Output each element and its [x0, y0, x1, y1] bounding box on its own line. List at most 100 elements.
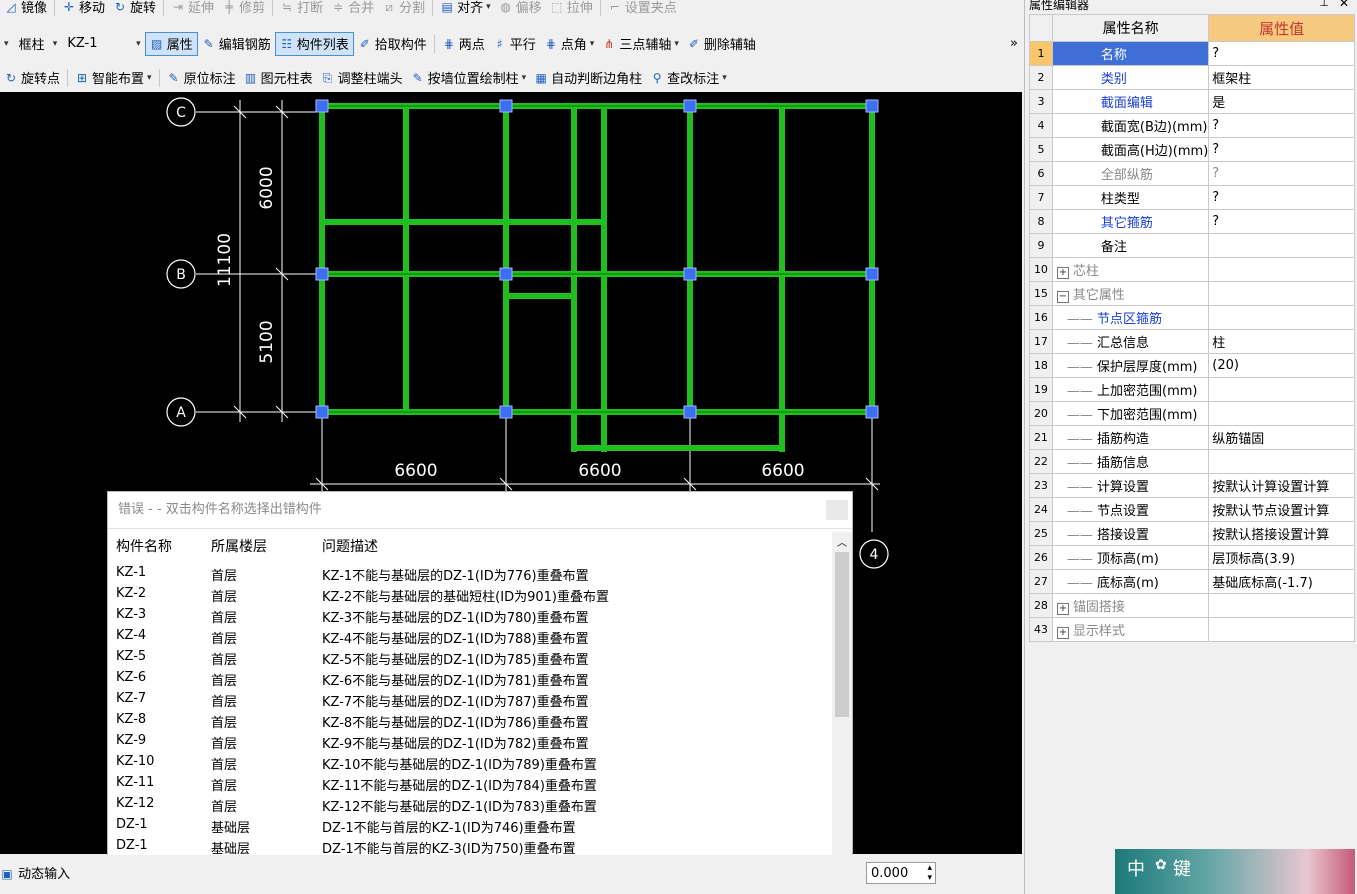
vertical-scrollbar[interactable]: ︿ ﹀ [832, 532, 852, 874]
property-value[interactable] [1208, 377, 1355, 402]
delete-axis-button[interactable]: ✐ 删除辅轴 [683, 33, 760, 55]
property-row[interactable]: 27 —— 底标高(m) 基础底标高(-1.7) [1029, 569, 1355, 594]
in-place-annotation-button[interactable]: ✎ 原位标注 [163, 67, 240, 89]
error-row[interactable]: KZ-7 首层 KZ-7不能与基础层的DZ-1(ID为787)重叠布置 [116, 690, 832, 711]
property-value[interactable]: ? [1208, 41, 1355, 66]
component-list-button[interactable]: ☷ 构件列表 [274, 31, 354, 56]
point-angle-button[interactable]: ⋕ 点角 ▾ [540, 33, 599, 55]
ime-toolbar[interactable]: 中 ✿ 键 [1115, 849, 1355, 894]
property-value[interactable]: 柱 [1208, 329, 1355, 354]
property-value[interactable]: (20) [1208, 353, 1355, 378]
draw-by-wall-button[interactable]: ✎ 按墙位置绘制柱 ▾ [407, 67, 531, 89]
break-button[interactable]: ≒ 打断 [276, 0, 327, 18]
property-value[interactable]: 是 [1208, 89, 1355, 114]
property-row[interactable]: 10 + 芯柱 [1029, 257, 1355, 282]
spinner-icon[interactable]: ▴ ▾ [927, 863, 932, 883]
property-row[interactable]: 20 —— 下加密范围(mm) [1029, 401, 1355, 426]
property-value[interactable] [1208, 281, 1355, 306]
property-row[interactable]: 28 + 锚固搭接 [1029, 593, 1355, 618]
scroll-thumb[interactable] [835, 552, 849, 717]
property-value[interactable]: 基础底标高(-1.7) [1208, 569, 1355, 594]
error-row[interactable]: KZ-9 首层 KZ-9不能与基础层的DZ-1(ID为782)重叠布置 [116, 732, 832, 753]
property-row[interactable]: 25 —— 搭接设置 按默认搭接设置计算 [1029, 521, 1355, 546]
smart-layout-button[interactable]: ⊞ 智能布置 ▾ [71, 67, 156, 89]
error-row[interactable]: KZ-1 首层 KZ-1不能与基础层的DZ-1(ID为776)重叠布置 [116, 564, 832, 585]
property-row[interactable]: 7 柱类型? [1029, 185, 1355, 210]
three-point-axis-button[interactable]: ⋔ 三点辅轴 ▾ [598, 33, 683, 55]
error-row[interactable]: KZ-4 首层 KZ-4不能与基础层的DZ-1(ID为788)重叠布置 [116, 627, 832, 648]
error-row[interactable]: KZ-3 首层 KZ-3不能与基础层的DZ-1(ID为780)重叠布置 [116, 606, 832, 627]
property-row[interactable]: 6 全部纵筋? [1029, 161, 1355, 186]
property-value[interactable] [1208, 401, 1355, 426]
error-row[interactable]: KZ-12 首层 KZ-12不能与基础层的DZ-1(ID为783)重叠布置 [116, 795, 832, 816]
property-row[interactable]: 17 —— 汇总信息柱 [1029, 329, 1355, 354]
property-value[interactable] [1208, 257, 1355, 282]
property-value[interactable]: 按默认节点设置计算 [1208, 497, 1355, 522]
property-row[interactable]: 1 名称? [1029, 41, 1355, 66]
property-value[interactable]: ? [1208, 185, 1355, 210]
property-row[interactable]: 43 + 显示样式 [1029, 617, 1355, 642]
error-row[interactable]: KZ-6 首层 KZ-6不能与基础层的DZ-1(ID为781)重叠布置 [116, 669, 832, 690]
property-row[interactable]: 18 —— 保护层厚度(mm) (20) [1029, 353, 1355, 378]
property-row[interactable]: 21 —— 插筋构造 纵筋锚固 [1029, 425, 1355, 450]
error-row[interactable]: KZ-11 首层 KZ-11不能与基础层的DZ-1(ID为784)重叠布置 [116, 774, 832, 795]
move-button[interactable]: ✛ 移动 [58, 0, 109, 18]
property-row[interactable]: 3 截面编辑是 [1029, 89, 1355, 114]
auto-corner-column-button[interactable]: ▦ 自动判断边角柱 [530, 67, 646, 89]
property-row[interactable]: 9 备注 [1029, 233, 1355, 258]
edit-rebar-button[interactable]: ✎ 编辑钢筋 [198, 33, 275, 55]
property-row[interactable]: 23 —— 计算设置 按默认计算设置计算 [1029, 473, 1355, 498]
col-floor[interactable]: 所属楼层 [211, 536, 267, 556]
property-row[interactable]: 2 类别 框架柱 [1029, 65, 1355, 90]
extend-button[interactable]: ⇥ 延伸 [167, 0, 218, 18]
col-description[interactable]: 问题描述 [322, 536, 378, 556]
property-button[interactable]: ▨ 属性 [144, 31, 198, 56]
trim-button[interactable]: ╪ 修剪 [218, 0, 269, 18]
property-value[interactable]: 层顶标高(3.9) [1208, 545, 1355, 570]
property-row[interactable]: 8 其它箍筋? [1029, 209, 1355, 234]
toolbar-overflow[interactable]: » [1006, 33, 1022, 55]
property-value[interactable] [1208, 617, 1355, 642]
property-row[interactable]: 22 —— 插筋信息 [1029, 449, 1355, 474]
property-row[interactable]: 16 —— 节点区箍筋 [1029, 305, 1355, 330]
property-value[interactable]: 按默认计算设置计算 [1208, 473, 1355, 498]
rotate-button[interactable]: ↻ 旋转 [109, 0, 160, 18]
stretch-button[interactable]: ⬚ 拉伸 [546, 0, 597, 18]
col-component-name[interactable]: 构件名称 [116, 536, 172, 556]
angle-input[interactable]: 0.000 ▴ ▾ [866, 862, 936, 884]
error-row[interactable]: KZ-5 首层 KZ-5不能与基础层的DZ-1(ID为785)重叠布置 [116, 648, 832, 669]
property-value[interactable]: ? [1208, 161, 1355, 186]
property-row[interactable]: 26 —— 顶标高(m) 层顶标高(3.9) [1029, 545, 1355, 570]
mirror-button[interactable]: ◿ 镜像 [0, 0, 51, 18]
property-row[interactable]: 15− 其它属性 [1029, 281, 1355, 306]
property-value[interactable]: 按默认搭接设置计算 [1208, 521, 1355, 546]
two-point-button[interactable]: ⋕ 两点 [438, 33, 489, 55]
offset-button[interactable]: ◍ 偏移 [495, 0, 546, 18]
error-row[interactable]: KZ-8 首层 KZ-8不能与基础层的DZ-1(ID为786)重叠布置 [116, 711, 832, 732]
property-row[interactable]: 19 —— 上加密范围(mm) [1029, 377, 1355, 402]
rotate-point-button[interactable]: ↻ 旋转点 [0, 67, 64, 89]
error-row[interactable]: DZ-1 基础层 DZ-1不能与首层的KZ-1(ID为746)重叠布置 [116, 816, 832, 837]
property-value[interactable]: ? [1208, 137, 1355, 162]
property-row[interactable]: 4 截面宽(B边)(mm)? [1029, 113, 1355, 138]
property-value[interactable] [1208, 305, 1355, 330]
type-select[interactable]: ▾ 框柱 [0, 33, 49, 55]
expand-icon[interactable]: + [1056, 603, 1069, 615]
property-value[interactable] [1208, 449, 1355, 474]
split-button[interactable]: ⧄ 分割 [378, 0, 429, 18]
property-value[interactable]: 纵筋锚固 [1208, 425, 1355, 450]
property-value[interactable] [1208, 593, 1355, 618]
error-row[interactable]: KZ-10 首层 KZ-10不能与基础层的DZ-1(ID为789)重叠布置 [116, 753, 832, 774]
dynamic-input-toggle[interactable]: ▣ 动态输入 [0, 863, 70, 882]
component-select[interactable]: ▾ KZ-1 ▾ [49, 33, 145, 55]
collapse-icon[interactable]: − [1056, 291, 1069, 303]
column-table-button[interactable]: ▥ 图元柱表 [240, 67, 317, 89]
align-button[interactable]: ▤ 对齐 ▾ [436, 0, 495, 18]
property-value[interactable]: ? [1208, 113, 1355, 138]
adjust-column-end-button[interactable]: ⎘ 调整柱端头 [317, 67, 407, 89]
dialog-close-button[interactable] [826, 500, 848, 520]
property-value[interactable]: ? [1208, 209, 1355, 234]
scroll-up-icon[interactable]: ︿ [837, 534, 847, 549]
property-value[interactable]: 框架柱 [1208, 65, 1355, 90]
error-row[interactable]: KZ-2 首层 KZ-2不能与基础层的基础短柱(ID为901)重叠布置 [116, 585, 832, 606]
